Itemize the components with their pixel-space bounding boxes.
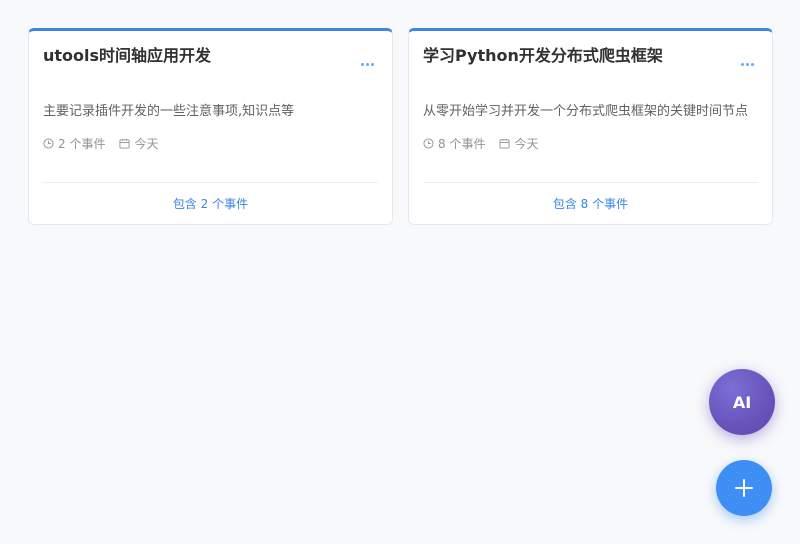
more-options-button[interactable] (739, 61, 756, 68)
plus-icon (735, 479, 753, 497)
timeline-card-grid: utools时间轴应用开发 主要记录插件开发的一些注意事项,知识点等 2 个事件 (28, 28, 773, 225)
card-header: utools时间轴应用开发 (43, 45, 378, 89)
updated-date-label: 今天 (134, 136, 159, 151)
updated-date-label: 今天 (514, 136, 539, 151)
timeline-card[interactable]: 学习Python开发分布式爬虫框架 从零开始学习并开发一个分布式爬虫框架的关键时… (408, 28, 773, 225)
event-count: 8 个事件 (423, 135, 485, 152)
add-timeline-button[interactable] (716, 460, 772, 516)
calendar-icon (119, 138, 130, 149)
timeline-card[interactable]: utools时间轴应用开发 主要记录插件开发的一些注意事项,知识点等 2 个事件 (28, 28, 393, 225)
view-events-link[interactable]: 包含 2 个事件 (173, 195, 248, 212)
card-meta: 2 个事件 今天 (43, 133, 378, 153)
card-title: 学习Python开发分布式爬虫框架 (423, 46, 663, 65)
card-header: 学习Python开发分布式爬虫框架 (423, 45, 758, 89)
updated-date: 今天 (119, 135, 158, 152)
card-footer: 包含 8 个事件 (423, 182, 758, 224)
card-footer: 包含 2 个事件 (43, 182, 378, 224)
ai-button-label: AI (732, 392, 752, 412)
card-meta: 8 个事件 今天 (423, 133, 758, 153)
ai-assistant-button[interactable]: AI (709, 369, 775, 435)
card-title: utools时间轴应用开发 (43, 46, 212, 65)
clock-icon (43, 137, 54, 149)
card-description: 从零开始学习并开发一个分布式爬虫框架的关键时间节点 (423, 104, 749, 119)
more-options-button[interactable] (359, 61, 376, 68)
more-dot-icon (366, 63, 369, 66)
more-dot-icon (741, 63, 744, 66)
more-dot-icon (746, 63, 749, 66)
card-description: 主要记录插件开发的一些注意事项,知识点等 (43, 104, 295, 119)
view-events-link[interactable]: 包含 8 个事件 (553, 195, 628, 212)
event-count-label: 2 个事件 (58, 136, 106, 151)
event-count: 2 个事件 (43, 135, 105, 152)
more-dot-icon (361, 63, 364, 66)
clock-icon (423, 137, 434, 149)
more-dot-icon (751, 63, 754, 66)
more-dot-icon (371, 63, 374, 66)
event-count-label: 8 个事件 (438, 136, 486, 151)
updated-date: 今天 (499, 135, 538, 152)
timeline-list-page: utools时间轴应用开发 主要记录插件开发的一些注意事项,知识点等 2 个事件 (0, 0, 800, 544)
calendar-icon (499, 138, 510, 149)
